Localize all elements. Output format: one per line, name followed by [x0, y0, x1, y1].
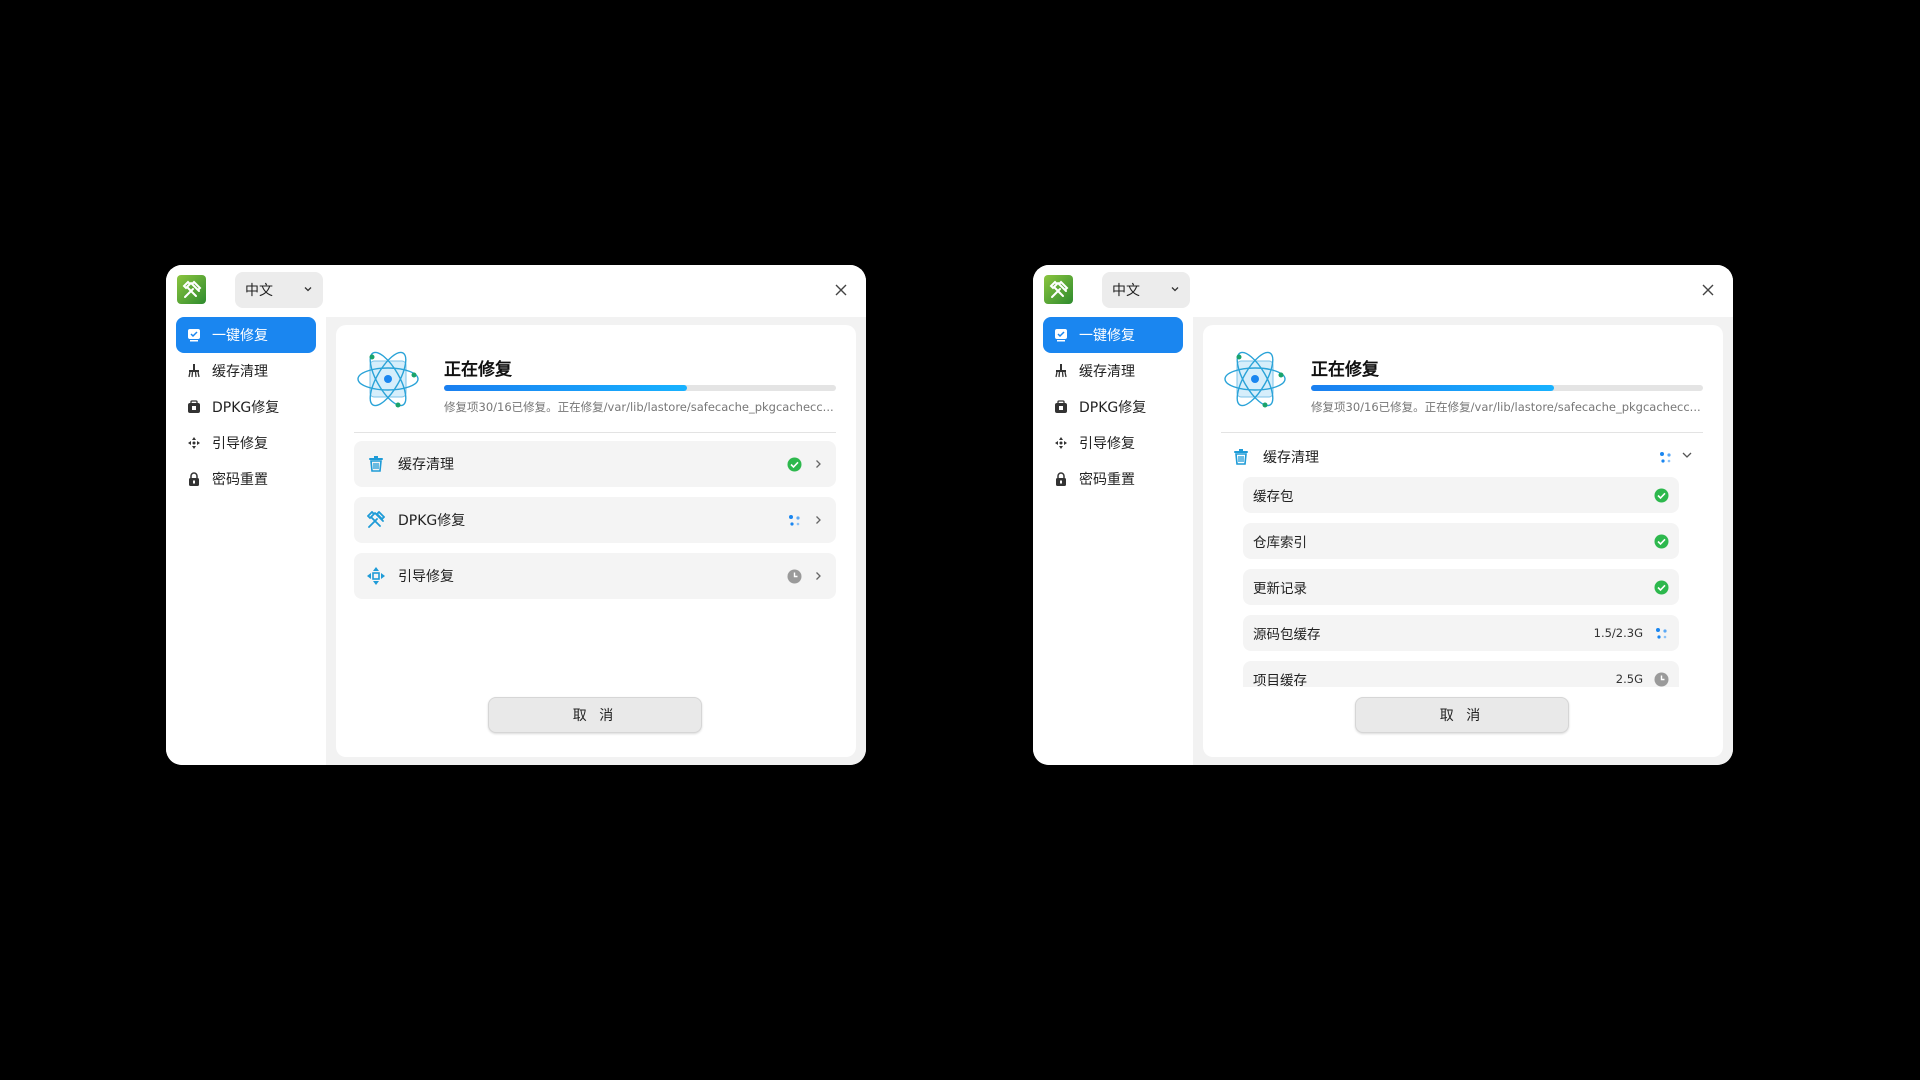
- list-item: 缓存包: [1243, 477, 1679, 513]
- chevron-right-icon: [812, 458, 824, 470]
- trash-icon: [366, 454, 386, 474]
- package-icon: [186, 399, 202, 415]
- sidebar: 一键修复 缓存清理 DPKG修复 引导修复 密码重置: [1033, 317, 1193, 765]
- language-select[interactable]: 中文: [1102, 272, 1190, 308]
- atom-repair-icon: [354, 345, 422, 413]
- repair-window-overview: 中文 一键修复 缓存清理 DPKG修复 引导修复 密码重置 正在修复 修复项30…: [166, 265, 866, 765]
- list-item: 源码包缓存 1.5/2.3G: [1243, 615, 1679, 651]
- repair-status-text: 修复项30/16已修复。正在修复/var/lib/lastore/safecac…: [444, 400, 834, 414]
- package-icon: [1053, 399, 1069, 415]
- repair-card: 正在修复 修复项30/16已修复。正在修复/var/lib/lastore/sa…: [1203, 325, 1723, 757]
- group-label: 缓存清理: [1263, 450, 1319, 466]
- boot-icon: [186, 435, 202, 451]
- sidebar-item-label: DPKG修复: [1079, 400, 1147, 416]
- sidebar-item-boot-repair[interactable]: 引导修复: [1043, 425, 1183, 461]
- check-circle-icon: [1653, 533, 1669, 549]
- sidebar: 一键修复 缓存清理 DPKG修复 引导修复 密码重置: [166, 317, 326, 765]
- clock-icon: [1653, 671, 1669, 687]
- repair-window-detail: 中文 一键修复 缓存清理 DPKG修复 引导修复 密码重置 正在修复 修复项30…: [1033, 265, 1733, 765]
- sidebar-item-dpkg-repair[interactable]: DPKG修复: [176, 389, 316, 425]
- sidebar-item-boot-repair[interactable]: 引导修复: [176, 425, 316, 461]
- broom-icon: [1053, 363, 1069, 379]
- sidebar-item-dpkg-repair[interactable]: DPKG修复: [1043, 389, 1183, 425]
- sidebar-item-label: 引导修复: [212, 436, 268, 452]
- divider: [1221, 432, 1703, 433]
- sidebar-item-one-click-repair[interactable]: 一键修复: [176, 317, 316, 353]
- clock-icon: [786, 568, 802, 584]
- chevron-down-icon: [303, 282, 313, 298]
- task-row-dpkg-repair[interactable]: DPKG修复: [354, 497, 836, 543]
- repair-status-text: 修复项30/16已修复。正在修复/var/lib/lastore/safecac…: [1311, 400, 1701, 414]
- repair-title: 正在修复: [444, 360, 512, 380]
- lock-icon: [186, 471, 202, 487]
- close-icon: [1701, 282, 1715, 301]
- language-select[interactable]: 中文: [235, 272, 323, 308]
- loading-spinner-icon: [1657, 449, 1673, 465]
- lock-icon: [1053, 471, 1069, 487]
- one-click-repair-icon: [1053, 327, 1069, 343]
- task-label: DPKG修复: [398, 513, 466, 529]
- group-header-cache-clean[interactable]: 缓存清理: [1221, 440, 1703, 474]
- sidebar-item-label: 缓存清理: [212, 364, 268, 380]
- atom-repair-icon: [1221, 345, 1289, 413]
- trash-icon: [1231, 447, 1251, 467]
- check-circle-icon: [1653, 579, 1669, 595]
- repair-progress-fill: [444, 385, 688, 391]
- sidebar-item-label: 密码重置: [1079, 472, 1135, 488]
- sidebar-item-label: DPKG修复: [212, 400, 280, 416]
- repair-card: 正在修复 修复项30/16已修复。正在修复/var/lib/lastore/sa…: [336, 325, 856, 757]
- loading-spinner-icon: [786, 512, 802, 528]
- loading-spinner-icon: [1653, 625, 1669, 641]
- repair-progress-fill: [1311, 385, 1555, 391]
- sidebar-item-label: 密码重置: [212, 472, 268, 488]
- close-icon: [834, 282, 848, 301]
- close-button[interactable]: [1697, 280, 1719, 302]
- chevron-right-icon: [812, 514, 824, 526]
- chevron-down-icon: [1681, 449, 1693, 465]
- task-row-cache-clean[interactable]: 缓存清理: [354, 441, 836, 487]
- one-click-repair-icon: [186, 327, 202, 343]
- repair-title: 正在修复: [1311, 360, 1379, 380]
- tools-icon: [366, 510, 386, 530]
- app-logo-icon: [1044, 275, 1073, 304]
- task-label: 引导修复: [398, 569, 454, 585]
- divider: [354, 432, 836, 433]
- broom-icon: [186, 363, 202, 379]
- cache-items-list[interactable]: 缓存包 仓库索引 更新记录 源码包缓存 1.5/2.3G 项目缓存 2.5G: [1243, 477, 1679, 687]
- check-circle-icon: [1653, 487, 1669, 503]
- boot-icon: [1053, 435, 1069, 451]
- titlebar: 中文: [1033, 265, 1733, 317]
- task-label: 缓存清理: [398, 457, 454, 473]
- language-select-value: 中文: [245, 283, 273, 299]
- language-select-value: 中文: [1112, 283, 1140, 299]
- sidebar-item-password-reset[interactable]: 密码重置: [176, 461, 316, 497]
- app-logo-icon: [177, 275, 206, 304]
- list-item: 项目缓存 2.5G: [1243, 661, 1679, 687]
- chevron-right-icon: [812, 570, 824, 582]
- task-row-boot-repair[interactable]: 引导修复: [354, 553, 836, 599]
- repair-progress-bar: [444, 385, 836, 391]
- sidebar-item-password-reset[interactable]: 密码重置: [1043, 461, 1183, 497]
- cancel-button[interactable]: 取 消: [1355, 697, 1569, 733]
- repair-progress-bar: [1311, 385, 1703, 391]
- sidebar-item-label: 引导修复: [1079, 436, 1135, 452]
- list-item: 仓库索引: [1243, 523, 1679, 559]
- sidebar-item-label: 一键修复: [1079, 328, 1135, 344]
- chevron-down-icon: [1170, 282, 1180, 298]
- close-button[interactable]: [830, 280, 852, 302]
- sidebar-item-one-click-repair[interactable]: 一键修复: [1043, 317, 1183, 353]
- sidebar-item-cache-clean[interactable]: 缓存清理: [176, 353, 316, 389]
- check-circle-icon: [786, 456, 802, 472]
- titlebar: 中文: [166, 265, 866, 317]
- sidebar-item-label: 缓存清理: [1079, 364, 1135, 380]
- cancel-button[interactable]: 取 消: [488, 697, 702, 733]
- boot-icon: [366, 566, 386, 586]
- list-item: 更新记录: [1243, 569, 1679, 605]
- sidebar-item-cache-clean[interactable]: 缓存清理: [1043, 353, 1183, 389]
- sidebar-item-label: 一键修复: [212, 328, 268, 344]
